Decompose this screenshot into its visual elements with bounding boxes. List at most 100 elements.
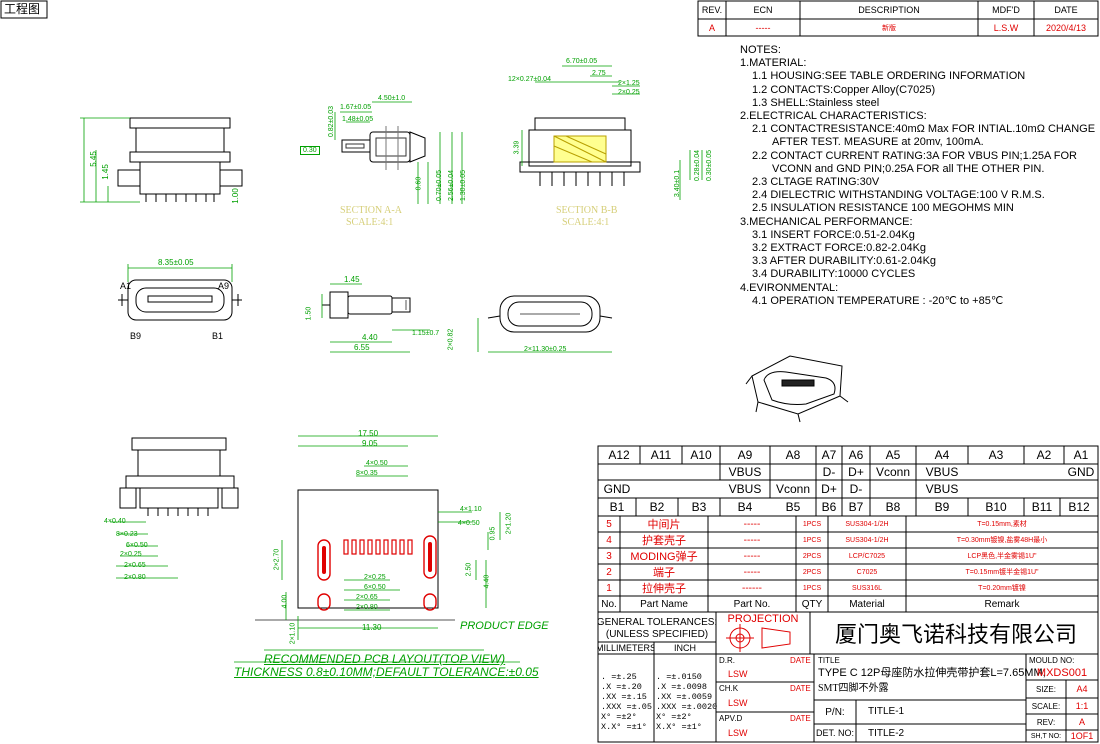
rev-value-ecn: -----: [755, 22, 771, 33]
bom-material: SUS304-1/2H: [845, 520, 889, 528]
view-isometric: [745, 355, 849, 423]
dr-value: LSW: [728, 669, 748, 679]
pin-cell: A4: [934, 448, 950, 462]
pin-signal: VBUS: [925, 465, 959, 479]
unless-specified: (UNLESS SPECIFIED): [605, 628, 709, 640]
section-b-scale: SCALE:4:1: [562, 217, 610, 228]
bom-header-no: No.: [601, 598, 617, 610]
pin-cell: A5: [885, 448, 901, 462]
bom-remark: T=0.30mm镀镍,盐雾48H最小: [956, 537, 1048, 544]
millimeters-label: MILLIMETERS: [598, 643, 654, 653]
pin-cell: B3: [691, 500, 707, 514]
dr-label: D.R.: [719, 656, 735, 665]
tol-mm: .XX =±.15: [601, 692, 647, 702]
mould-value: MXDS001: [1036, 667, 1088, 679]
dim-text: 2.56±0.04: [448, 169, 456, 202]
view-side-top: [117, 117, 243, 202]
dim-text: 8×0.35: [356, 470, 378, 477]
rev-header-rev: REV.: [701, 5, 723, 15]
size-value: A4: [1076, 684, 1088, 694]
rev-header-ecn: ECN: [753, 5, 773, 15]
ch-date-label: DATE: [790, 684, 811, 693]
bom-qty: 2PCS: [802, 568, 822, 576]
dim-text: 3.40±0.1: [674, 169, 682, 198]
tol-in: .XX =±.0059: [656, 692, 713, 702]
bom-no: 3: [606, 550, 612, 562]
note-line: 3.3 AFTER DURABILITY:0.61-2.04Kg: [752, 255, 937, 268]
pin-cell: B10: [985, 500, 1007, 514]
rev-value-mdfd: L.S.W: [993, 22, 1019, 33]
pin-cell: B5: [785, 500, 801, 514]
dim-text: 1.67±0.05: [340, 104, 372, 111]
note-line: 4.1 OPERATION TEMPERATURE : -20℃ to +85℃: [752, 294, 1004, 307]
notes-block: NOTES: 1.MATERIAL: 1.1 HOUSING:SEE TABLE…: [740, 44, 1095, 308]
bom-header-remark: Remark: [984, 598, 1020, 610]
pin-cell: A2: [1036, 448, 1052, 462]
bom-part-name: 端子: [653, 567, 675, 579]
pin-label-a1: A1: [120, 281, 132, 291]
pin-label-a9: A9: [218, 281, 230, 291]
apv-value: LSW: [728, 728, 748, 738]
dim-text: 2×0.25: [120, 551, 142, 558]
pin-signal: D+: [848, 465, 864, 479]
dim-text: 2×11.30±0.25: [524, 346, 567, 353]
bom-part-no: -----: [743, 566, 761, 578]
pin-cell: A6: [848, 448, 864, 462]
dim-text: 2×1.10: [289, 622, 297, 645]
bom-part-no: -----: [743, 534, 761, 546]
dim-text: 4×1.10: [460, 506, 482, 513]
dim-text: 17.50: [358, 429, 379, 438]
dim-text: 0.95: [489, 526, 497, 541]
title-line-2: SMT四脚不外露: [818, 683, 889, 694]
bom-remark: T=0.15mm镀半金锡1U": [965, 569, 1039, 576]
view-side-small: [322, 291, 411, 319]
dim-text: 6.55: [354, 343, 370, 352]
bom-qty: 1PCS: [802, 520, 822, 528]
section-b-label: SECTION B-B: [556, 205, 618, 216]
rev-header-date: DATE: [1054, 5, 1078, 15]
pin-signal: Vconn: [775, 482, 811, 496]
dim-text: 2×0.80: [124, 574, 146, 581]
bom-header-material: Material: [849, 598, 885, 610]
bom-header-part-name: Part Name: [640, 598, 688, 610]
view-section-b: [519, 117, 641, 186]
title-label: TITLE: [818, 656, 840, 665]
company-name: 厦门奥飞诺科技有限公司: [834, 622, 1077, 647]
bom-qty: 1PCS: [802, 536, 822, 544]
pin-signal: VBUS: [728, 482, 762, 496]
dim-text: 1.45: [344, 275, 360, 284]
note-line: 2.ELECTRICAL CHARACTERISTICS:: [740, 110, 927, 123]
note-line: 1.3 SHELL:Stainless steel: [752, 96, 880, 109]
pin-cell: B6: [821, 500, 837, 514]
bom-qty: 1PCS: [802, 584, 822, 592]
bom-part-name: 拉伸壳子: [642, 583, 686, 595]
bom-qty: 2PCS: [802, 552, 822, 560]
bom-no: 4: [606, 534, 612, 546]
note-line: 4.EVIRONMENTAL:: [740, 281, 839, 294]
pin-label-b9: B9: [130, 331, 142, 341]
tol-mm: X.X° =±1°: [601, 722, 647, 732]
rev-value-rev: A: [708, 22, 715, 33]
rev-header-desc: DESCRIPTION: [858, 5, 920, 15]
pin-signal: VBUS: [925, 482, 959, 496]
dim-text: 0.60: [415, 176, 423, 191]
dim-text: 6.70±0.05: [566, 58, 598, 65]
dim-text: 4.00: [281, 594, 289, 609]
corner-tag: 工程图: [4, 2, 41, 16]
dim-text: 11.30: [362, 623, 382, 632]
pin-cell: B2: [649, 500, 665, 514]
mould-label: MOULD NO:: [1029, 656, 1075, 665]
dim-text: 0.28±0.04: [694, 149, 702, 182]
bom-header-qty: QTY: [801, 598, 823, 610]
tol-in: . =±.0150: [656, 672, 702, 682]
bom-material: C7025: [856, 568, 878, 576]
bom-header-part-no: Part No.: [733, 598, 771, 610]
section-a-scale: SCALE:4:1: [346, 217, 394, 228]
pn-label: P/N:: [825, 706, 845, 718]
note-line: 1.1 HOUSING:SEE TABLE ORDERING INFORMATI…: [752, 70, 1026, 83]
dim-text: 4×0.50: [458, 520, 480, 527]
pin-cell: A8: [785, 448, 801, 462]
pin-cell: B9: [934, 500, 950, 514]
dim-text: 2×0.65: [356, 594, 378, 601]
note-line: 3.MECHANICAL PERFORMANCE:: [740, 215, 913, 228]
